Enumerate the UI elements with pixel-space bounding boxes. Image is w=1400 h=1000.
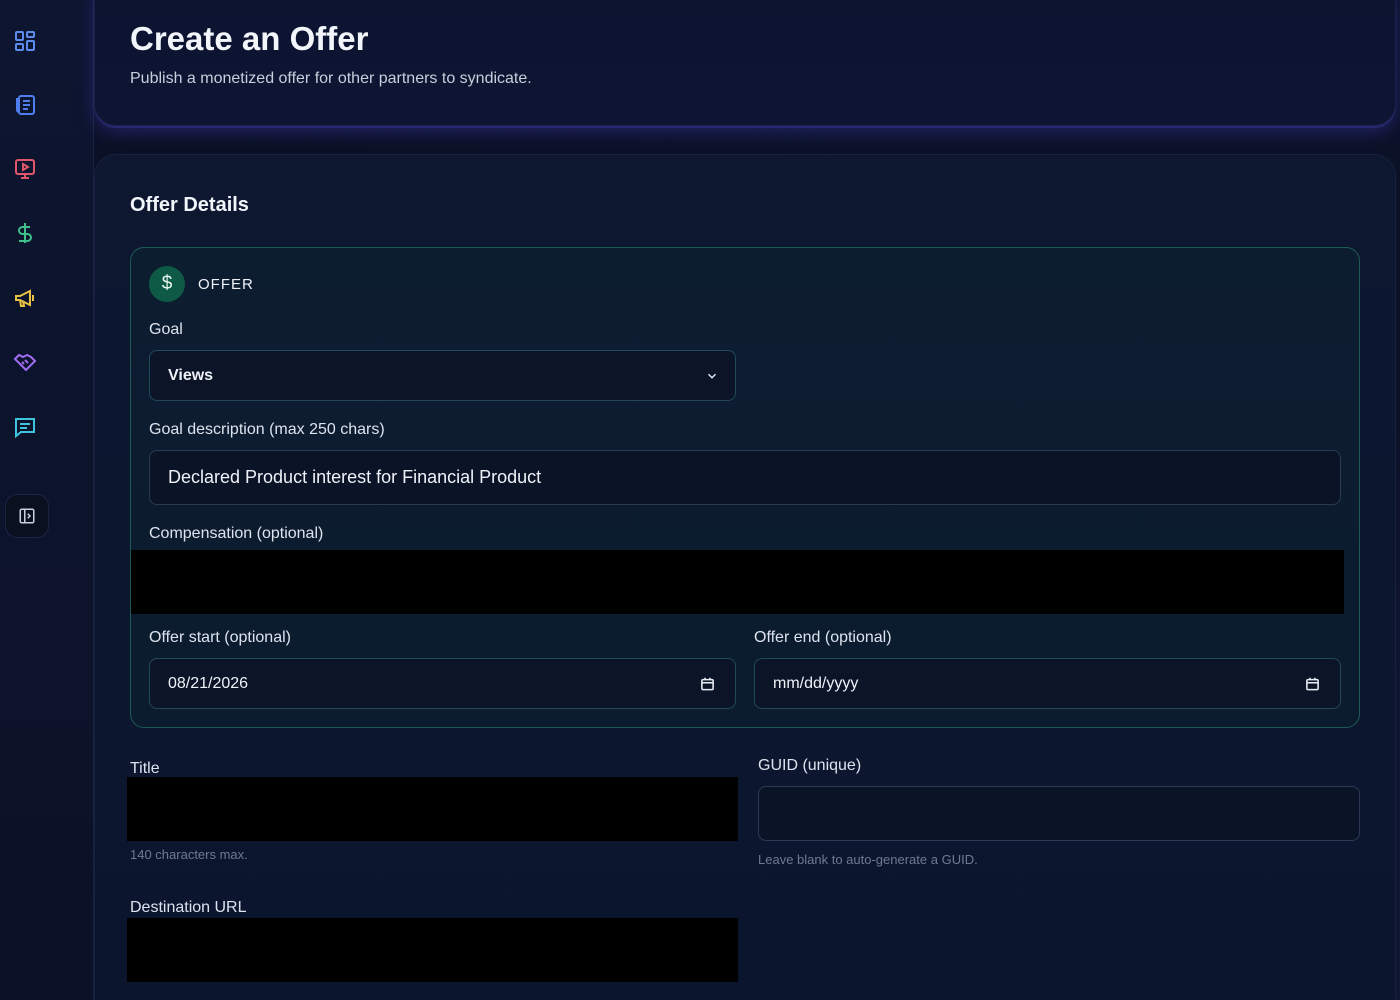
calendar-icon[interactable] (700, 676, 715, 691)
title-redacted-field (127, 777, 738, 841)
message-icon[interactable] (12, 414, 38, 440)
guid-hint: Leave blank to auto-generate a GUID. (758, 852, 978, 867)
destination-url-label: Destination URL (130, 899, 247, 916)
offer-end-date-input[interactable]: mm/dd/yyyy (754, 658, 1341, 709)
header-card (94, 0, 1396, 126)
page-title: Create an Offer (130, 20, 369, 57)
title-hint: 140 characters max. (130, 847, 248, 862)
compensation-label: Compensation (optional) (149, 525, 324, 542)
offer-end-label: Offer end (optional) (754, 629, 892, 646)
newspaper-icon[interactable] (12, 92, 38, 118)
offer-section-label: OFFER (198, 276, 254, 293)
section-title: Offer Details (130, 194, 249, 216)
destination-url-redacted-field (127, 918, 738, 982)
dashboard-grid-icon[interactable] (12, 28, 38, 54)
sidebar-toggle-button[interactable] (5, 494, 49, 538)
goal-description-value: Declared Product interest for Financial … (168, 467, 542, 487)
dollar-icon[interactable] (12, 220, 38, 246)
sidebar (0, 0, 94, 1000)
goal-description-label: Goal description (max 250 chars) (149, 421, 385, 438)
dollar-badge-icon: $ (149, 266, 185, 302)
calendar-icon[interactable] (1305, 676, 1320, 691)
video-play-icon[interactable] (12, 156, 38, 182)
offer-start-value: 08/21/2026 (168, 674, 249, 692)
offer-end-value: mm/dd/yyyy (773, 674, 859, 692)
sidebar-toggle-icon (19, 508, 35, 524)
chevron-down-icon (707, 373, 717, 379)
compensation-redacted-field (131, 550, 1344, 614)
offer-start-label: Offer start (optional) (149, 629, 291, 646)
guid-input[interactable] (758, 786, 1360, 841)
megaphone-icon[interactable] (12, 285, 38, 311)
page-subtitle: Publish a monetized offer for other part… (130, 70, 532, 87)
offer-start-date-input[interactable]: 08/21/2026 (149, 658, 736, 709)
guid-label: GUID (unique) (758, 757, 862, 774)
goal-selected-value: Views (168, 366, 214, 384)
title-label: Title (130, 760, 160, 777)
goal-select[interactable]: Views (149, 350, 736, 401)
handshake-icon[interactable] (12, 349, 38, 375)
goal-label: Goal (149, 321, 183, 338)
goal-description-input[interactable]: Declared Product interest for Financial … (149, 450, 1341, 505)
